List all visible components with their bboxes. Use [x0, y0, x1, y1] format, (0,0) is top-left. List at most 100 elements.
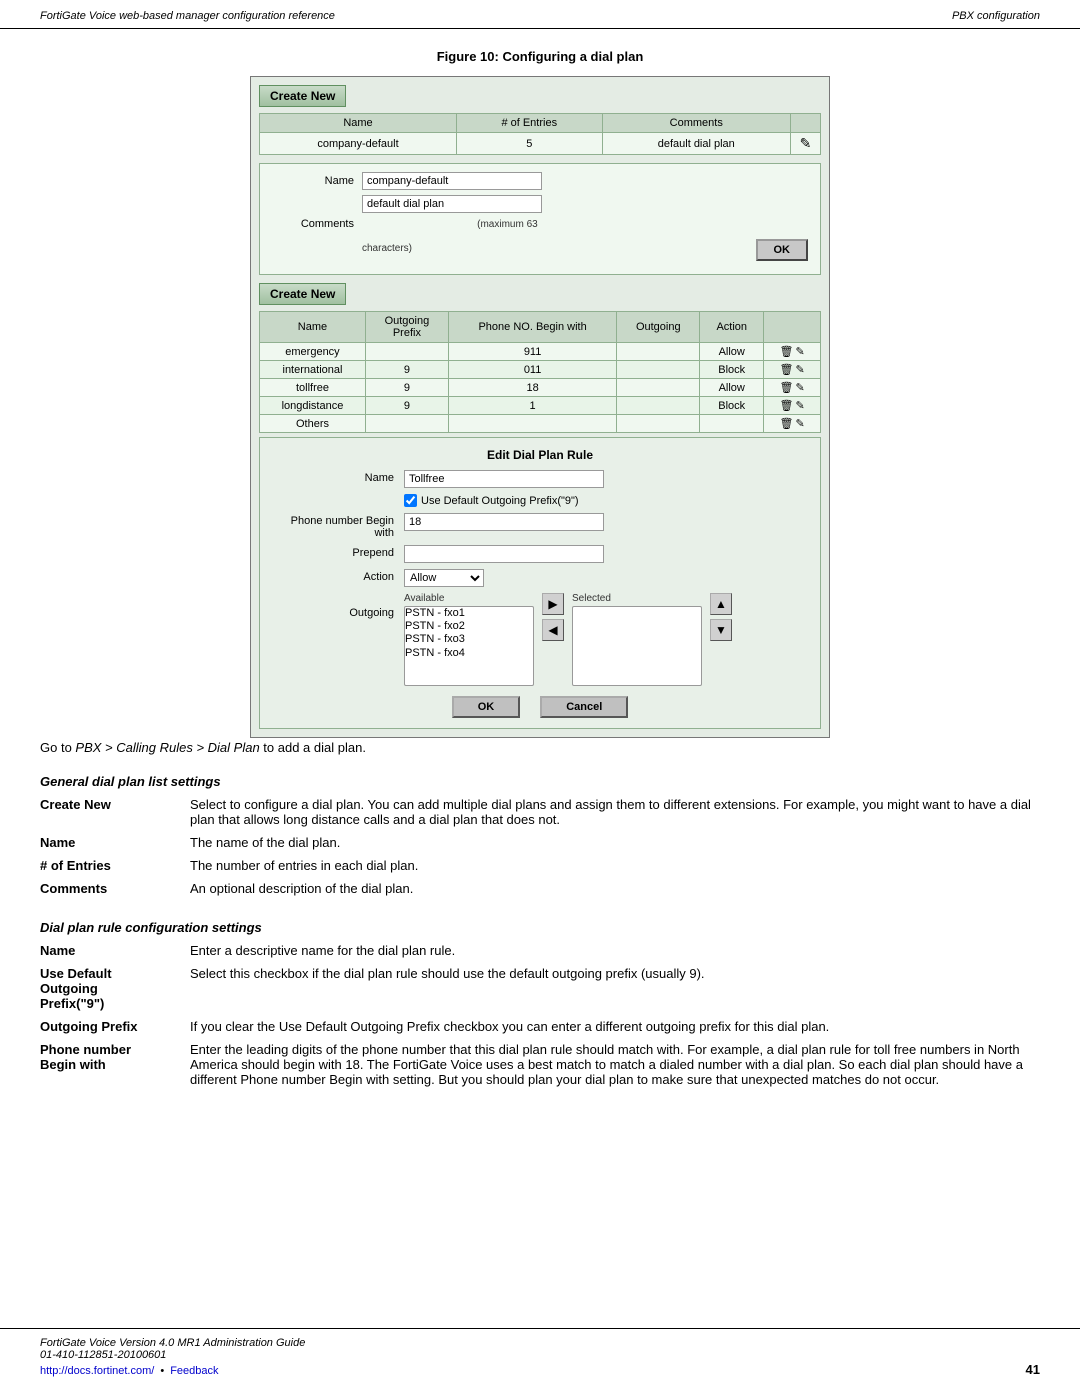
- cell-entries: 5: [457, 133, 603, 155]
- selected-section: Selected: [572, 593, 702, 686]
- table-row: tollfree 9 18 Allow 🗑✎: [260, 379, 821, 397]
- phone-begin-input[interactable]: [404, 513, 604, 531]
- term-comments: Comments: [40, 881, 190, 904]
- rule-name: emergency: [260, 343, 366, 361]
- edit-name-label: Name: [274, 470, 404, 484]
- footer-doc-number: 01-410-112851-20100601: [40, 1349, 305, 1361]
- create-new-button-rules[interactable]: Create New: [259, 283, 346, 305]
- term-phone-begin: Phone numberBegin with: [40, 1042, 190, 1095]
- term-create-new: Create New: [40, 797, 190, 835]
- table-row: emergency 911 Allow 🗑✎: [260, 343, 821, 361]
- edit-icon[interactable]: ✎: [795, 346, 804, 358]
- list-item[interactable]: PSTN - fxo1: [405, 607, 533, 620]
- edit-icon[interactable]: ✎: [795, 382, 804, 394]
- desc-use-default: Select this checkbox if the dial plan ru…: [190, 966, 1040, 1019]
- col-outgoing-prefix: OutgoingPrefix: [365, 312, 448, 343]
- table-row: company-default 5 default dial plan ✎: [260, 133, 821, 155]
- cancel-button-panel[interactable]: Cancel: [540, 696, 628, 718]
- use-default-label: Use Default Outgoing Prefix("9"): [421, 495, 579, 507]
- section1-title: General dial plan list settings: [40, 774, 1040, 789]
- edit-icon[interactable]: ✎: [795, 400, 804, 412]
- rule-name: longdistance: [260, 397, 366, 415]
- phone-begin-label: Phone number Begin with: [274, 513, 404, 539]
- dial-plan-rules-table: Name OutgoingPrefix Phone NO. Begin with…: [259, 311, 821, 433]
- delete-icon[interactable]: 🗑: [780, 364, 794, 376]
- desc-entries: The number of entries in each dial plan.: [190, 858, 1040, 881]
- prepend-input[interactable]: [404, 545, 604, 563]
- ok-button-form1[interactable]: OK: [756, 239, 809, 261]
- footer-link[interactable]: http://docs.fortinet.com/: [40, 1365, 154, 1377]
- comments-input[interactable]: [362, 195, 542, 213]
- rule-prefix: 9: [365, 397, 448, 415]
- action-select[interactable]: Allow Block: [404, 569, 484, 587]
- term-name2: Name: [40, 943, 190, 966]
- edit-icon[interactable]: ✎: [795, 364, 804, 376]
- create-new-button-top[interactable]: Create New: [259, 85, 346, 107]
- page-footer: FortiGate Voice Version 4.0 MR1 Administ…: [0, 1328, 1080, 1377]
- rule-prefix: 9: [365, 379, 448, 397]
- list-item[interactable]: PSTN - fxo4: [405, 647, 533, 660]
- desc-name2: Enter a descriptive name for the dial pl…: [190, 943, 1040, 966]
- panel-footer: OK Cancel: [274, 696, 806, 718]
- edit-name-input[interactable]: [404, 470, 604, 488]
- table-row: longdistance 9 1 Block 🗑✎: [260, 397, 821, 415]
- desc-phone-begin: Enter the leading digits of the phone nu…: [190, 1042, 1040, 1095]
- ui-screenshot: Create New Name # of Entries Comments co…: [250, 76, 830, 738]
- rule-phone-begin: 011: [448, 361, 616, 379]
- col-actions: [791, 114, 821, 133]
- rule-phone-begin: [448, 415, 616, 433]
- delete-icon[interactable]: 🗑: [780, 400, 794, 412]
- transfer-buttons: ▶ ◀: [542, 593, 564, 641]
- term-row: # of Entries The number of entries in ea…: [40, 858, 1040, 881]
- edit-use-default-spacer: [274, 494, 404, 496]
- term-row: Name The name of the dial plan.: [40, 835, 1040, 858]
- available-label: Available: [404, 593, 534, 604]
- use-default-checkbox[interactable]: [404, 494, 417, 507]
- rule-outgoing: [617, 397, 700, 415]
- name-label: Name: [272, 175, 362, 187]
- move-up-button[interactable]: ▲: [710, 593, 732, 615]
- available-section: Available PSTN - fxo1 PSTN - fxo2 PSTN -…: [404, 593, 534, 686]
- footer-separator: •: [160, 1365, 164, 1377]
- rule-icons: 🗑✎: [764, 343, 821, 361]
- delete-icon[interactable]: 🗑: [780, 418, 794, 430]
- section2-title: Dial plan rule configuration settings: [40, 920, 1040, 935]
- move-right-button[interactable]: ▶: [542, 593, 564, 615]
- delete-icon[interactable]: 🗑: [780, 346, 794, 358]
- list-item[interactable]: PSTN - fxo3: [405, 633, 533, 646]
- rule-phone-begin: 1: [448, 397, 616, 415]
- goto-text: Go to: [40, 740, 75, 755]
- available-listbox[interactable]: PSTN - fxo1 PSTN - fxo2 PSTN - fxo3 PSTN…: [404, 606, 534, 686]
- rule-action: Allow: [700, 379, 764, 397]
- goto-suffix: to add a dial plan.: [260, 740, 366, 755]
- doc-goto: Go to PBX > Calling Rules > Dial Plan to…: [40, 738, 1040, 758]
- selected-listbox[interactable]: [572, 606, 702, 686]
- max-note: (maximum 63: [366, 219, 538, 230]
- terms-table-2: Name Enter a descriptive name for the di…: [40, 943, 1040, 1095]
- edit-icon[interactable]: ✎: [795, 418, 804, 430]
- edit-icon[interactable]: ✎: [800, 135, 812, 151]
- list-item[interactable]: PSTN - fxo2: [405, 620, 533, 633]
- delete-icon[interactable]: 🗑: [780, 382, 794, 394]
- dial-plan-table: Name # of Entries Comments company-defau…: [259, 113, 821, 155]
- col-entries: # of Entries: [457, 114, 603, 133]
- rule-outgoing: [617, 343, 700, 361]
- feedback-link[interactable]: Feedback: [170, 1365, 218, 1377]
- page-number: 41: [1026, 1362, 1040, 1377]
- footer-product-name: FortiGate Voice Version 4.0 MR1 Administ…: [40, 1337, 305, 1349]
- ok-button-panel[interactable]: OK: [452, 696, 521, 718]
- term-row: Use DefaultOutgoingPrefix("9") Select th…: [40, 966, 1040, 1019]
- cell-edit-icon[interactable]: ✎: [791, 133, 821, 155]
- rule-name: international: [260, 361, 366, 379]
- rule-phone-begin: 911: [448, 343, 616, 361]
- rule-outgoing: [617, 415, 700, 433]
- col-phone-begin: Phone NO. Begin with: [448, 312, 616, 343]
- outgoing-area: Available PSTN - fxo1 PSTN - fxo2 PSTN -…: [404, 593, 732, 686]
- chars-note: characters): [362, 243, 412, 254]
- table-row: international 9 011 Block 🗑✎: [260, 361, 821, 379]
- name-input[interactable]: [362, 172, 542, 190]
- table-row: Others 🗑✎: [260, 415, 821, 433]
- term-use-default: Use DefaultOutgoingPrefix("9"): [40, 966, 190, 1019]
- move-down-button[interactable]: ▼: [710, 619, 732, 641]
- move-left-button[interactable]: ◀: [542, 619, 564, 641]
